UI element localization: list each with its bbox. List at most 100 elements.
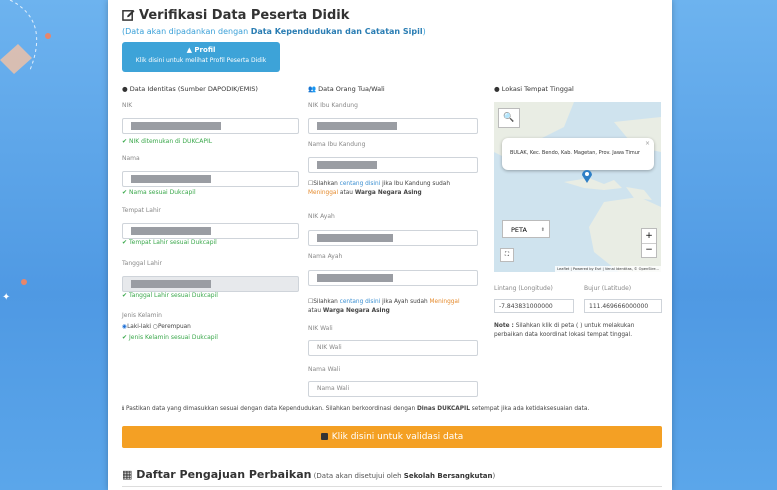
page-title-text: Verifikasi Data Peserta Didik: [139, 8, 350, 23]
nama-wali-placeholder: Nama Wali: [317, 385, 350, 392]
pengajuan-sub-2: ): [492, 472, 496, 480]
redacted-value: [131, 280, 211, 288]
identitas-heading: ● Data Identitas (Sumber DAPODIK/EMIS): [122, 85, 258, 93]
background-left: ✦: [0, 0, 108, 490]
map-pin-icon: [581, 168, 593, 183]
profil-button-title: Profil: [194, 46, 216, 54]
background-decoration: ✦: [0, 0, 51, 303]
map-attribution: Leaflet | Powered by Esri | Venal Identi…: [555, 266, 661, 272]
redacted-value: [317, 234, 393, 242]
nama-ibu-label: Nama Ibu Kandung: [308, 141, 366, 148]
nik-ibu-field[interactable]: [308, 118, 478, 134]
ayah-note-link[interactable]: centang disini: [340, 299, 381, 305]
nama-ayah-field[interactable]: [308, 270, 478, 286]
jenis-kelamin-label: Jenis Kelamin: [122, 312, 162, 319]
footer-note: ℹ Pastikan data yang dimasukkan sesuai d…: [122, 405, 662, 414]
map-popup: BULAK, Kec. Bendo, Kab. Magetan, Prov. J…: [502, 138, 654, 170]
map-zoom-in-button[interactable]: +: [642, 229, 656, 244]
svg-text:✦: ✦: [2, 292, 10, 303]
lokasi-note: Note : Silahkan klik di peta ( ) untuk m…: [494, 322, 662, 340]
map-popup-close-icon[interactable]: ×: [645, 140, 650, 147]
page-title: Verifikasi Data Peserta Didik: [122, 8, 349, 23]
nik-wali-placeholder: NIK Wali: [317, 344, 342, 351]
ibu-note-1: Silahkan: [313, 181, 340, 187]
redacted-value: [317, 122, 397, 130]
edit-icon: [122, 9, 135, 21]
ayah-note-2: jika Ayah sudah: [380, 299, 430, 305]
validate-button-label: Klik disini untuk validasi data: [331, 432, 464, 442]
redacted-value: [131, 175, 211, 183]
ayah-note-3: Meninggal: [429, 299, 460, 305]
pengajuan-table: [122, 486, 662, 490]
info-icon: ℹ: [122, 406, 125, 412]
check-icon: ✔: [122, 334, 128, 341]
ibu-note-2: jika Ibu Kandung sudah: [380, 181, 451, 187]
pengajuan-sub-1: (Data akan disetujui oleh: [311, 472, 404, 480]
nik-wali-label: NIK Wali: [308, 325, 333, 332]
ibu-note-3: Meninggal: [308, 190, 339, 196]
map-search-icon[interactable]: 🔍: [498, 108, 520, 128]
radio-male-label: Laki-laki: [127, 324, 152, 330]
tempat-lahir-status: ✔ Tempat Lahir sesuai Dukcapil: [122, 239, 217, 246]
fullscreen-icon[interactable]: ⛶: [500, 248, 514, 262]
nik-ayah-field[interactable]: [308, 230, 478, 246]
radio-female-label: Perempuan: [157, 324, 191, 330]
nik-field[interactable]: [122, 118, 299, 134]
nama-ayah-label: Nama Ayah: [308, 253, 343, 260]
ayah-note-4: atau: [308, 308, 323, 314]
nik-wali-field[interactable]: NIK Wali: [308, 340, 478, 356]
lokasi-heading-text: Lokasi Tempat Tinggal: [501, 85, 574, 93]
map-layer-select-value: PETA: [511, 226, 527, 234]
lokasi-note-text: Silahkan klik di peta ( ) untuk melakuka…: [494, 323, 635, 338]
profil-button-caption: Klik disini untuk melihat Profil Peserta…: [135, 57, 267, 64]
identitas-heading-source: (Sumber DAPODIK/EMIS): [177, 85, 258, 93]
checkbox-icon: [320, 433, 328, 440]
location-map[interactable]: 🔍 BULAK, Kec. Bendo, Kab. Magetan, Prov.…: [494, 102, 661, 272]
nama-status-text: Nama sesuai Dukcapil: [129, 189, 196, 196]
map-popup-text: BULAK, Kec. Bendo, Kab. Magetan, Prov. J…: [510, 150, 640, 156]
ibu-note-link[interactable]: centang disini: [340, 181, 381, 187]
tanggal-lahir-status-text: Tanggal Lahir sesuai Dukcapil: [129, 292, 218, 299]
bujur-label: Bujur (Latitude): [584, 285, 632, 292]
ibu-note-5: Warga Negara Asing: [354, 190, 422, 196]
redacted-value: [131, 227, 211, 235]
verification-card: Verifikasi Data Peserta Didik (Data akan…: [108, 0, 672, 490]
validate-button[interactable]: Klik disini untuk validasi data: [122, 426, 662, 448]
nik-ayah-label: NIK Ayah: [308, 213, 335, 220]
subtitle-suffix: ): [422, 27, 426, 36]
map-layer-select[interactable]: PETA ⬍: [502, 220, 550, 238]
ibu-note: ☐Silahkan centang disini jika Ibu Kandun…: [308, 180, 483, 198]
warning-icon: ▲: [186, 46, 192, 54]
nama-status: ✔ Nama sesuai Dukcapil: [122, 189, 196, 196]
profil-button[interactable]: ▲ Profil Klik disini untuk melihat Profi…: [122, 42, 280, 72]
user-icon: ●: [122, 85, 128, 93]
nama-field[interactable]: [122, 171, 299, 187]
table-icon: ▦: [122, 468, 133, 481]
lokasi-note-prefix: Note :: [494, 323, 514, 329]
jenis-kelamin-status: ✔ Jenis Kelamin sesuai Dukcapil: [122, 334, 218, 341]
tanggal-lahir-label: Tanggal Lahir: [122, 260, 162, 267]
nama-ibu-field[interactable]: [308, 157, 478, 173]
nik-status-text: NIK ditemukan di DUKCAPIL: [129, 138, 213, 145]
tempat-lahir-field[interactable]: [122, 223, 299, 239]
tempat-lahir-status-text: Tempat Lahir sesuai Dukcapil: [129, 239, 217, 246]
ayah-note-1: Silahkan: [313, 299, 340, 305]
lintang-field[interactable]: -7.843831000000: [494, 299, 574, 313]
lintang-label: Lintang (Longitude): [494, 285, 553, 292]
bujur-field[interactable]: 111.469666000000: [584, 299, 662, 313]
footer-note-text-1: Pastikan data yang dimasukkan sesuai den…: [126, 406, 417, 412]
ayah-note-5: Warga Negara Asing: [322, 308, 390, 314]
ortu-heading: 👥 Data Orang Tua/Wali: [308, 85, 385, 93]
tanggal-lahir-field[interactable]: [122, 276, 299, 292]
pengajuan-heading: ▦ Daftar Pengajuan Perbaikan (Data akan …: [122, 468, 495, 481]
check-icon: ✔: [122, 292, 128, 299]
subtitle-prefix: (Data akan dipadankan dengan: [122, 27, 251, 36]
tanggal-lahir-status: ✔ Tanggal Lahir sesuai Dukcapil: [122, 292, 218, 299]
map-zoom-out-button[interactable]: −: [642, 244, 656, 257]
check-icon: ✔: [122, 239, 128, 246]
check-icon: ✔: [122, 138, 128, 145]
nama-wali-field[interactable]: Nama Wali: [308, 381, 478, 397]
lokasi-heading: ● Lokasi Tempat Tinggal: [494, 85, 574, 93]
map-zoom-control: + −: [641, 228, 657, 258]
footer-note-text-2: setempat jika ada ketidaksesuaian data.: [469, 406, 590, 412]
